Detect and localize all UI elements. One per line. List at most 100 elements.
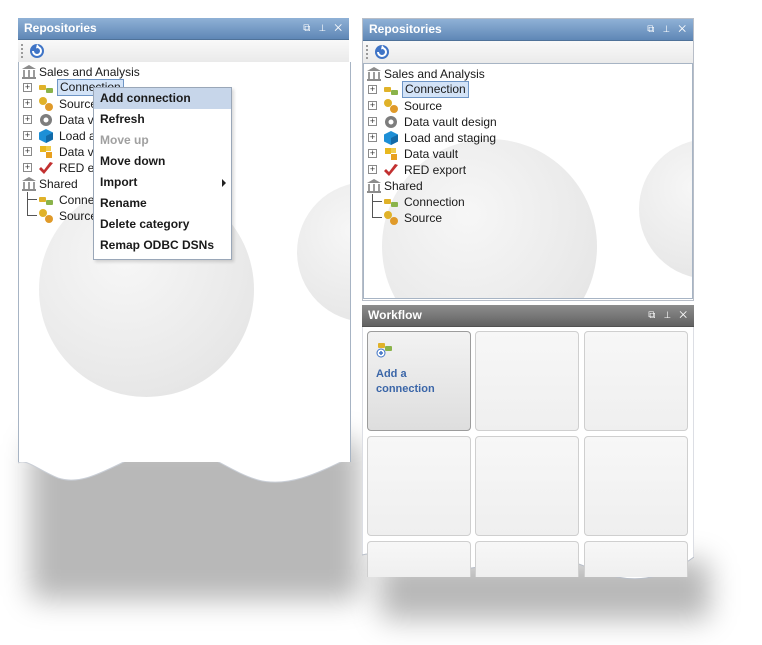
source-icon <box>384 211 398 225</box>
tree-item-shared-source[interactable]: Source <box>21 208 97 224</box>
expand-icon[interactable]: + <box>368 85 377 94</box>
workflow-tile-label: Add a connection <box>376 368 435 395</box>
workflow-tile-empty <box>475 436 579 536</box>
tree-item-shared-source[interactable]: Source <box>366 210 516 226</box>
menu-item-refresh[interactable]: Refresh <box>94 109 231 130</box>
menu-item-add-connection[interactable]: Add connection <box>94 88 231 109</box>
tree-item-data-vault[interactable]: + Data vault <box>366 146 516 162</box>
tree-item-label: Data vault design <box>404 115 497 129</box>
tree-item-red-export[interactable]: + RED export <box>366 162 516 178</box>
pin-icon[interactable]: ⊥ <box>319 23 328 34</box>
tree-item-shared-connection[interactable]: Connection <box>366 194 516 210</box>
cube-icon <box>39 129 53 143</box>
connection-icon <box>384 87 398 95</box>
tree-item-label: Data vault <box>404 147 459 161</box>
expand-icon[interactable]: + <box>368 117 377 126</box>
background-globe-image <box>639 139 692 279</box>
tree-item-data-vault-design[interactable]: + Data v <box>21 112 94 128</box>
panel-toolbar <box>363 41 693 64</box>
expand-icon[interactable]: + <box>23 83 32 92</box>
workflow-tile-add-connection[interactable]: Add a connection <box>367 331 471 431</box>
expand-icon[interactable]: + <box>23 99 32 108</box>
tree-item-source[interactable]: + Source <box>366 98 516 114</box>
repository-icon <box>367 179 381 193</box>
repository-icon <box>22 177 36 191</box>
pin-icon[interactable]: ⊥ <box>663 24 672 35</box>
panel-titlebar: Repositories ⧉ ⊥ ✕ <box>363 19 693 41</box>
tree-group-label: Sales and Analysis <box>39 65 140 79</box>
tree-item-label: Connection <box>404 195 465 209</box>
tree-item-connection[interactable]: + Connection <box>366 81 516 98</box>
gear-icon <box>40 114 52 126</box>
tree-item-label: Source <box>404 211 443 225</box>
close-icon[interactable]: ✕ <box>679 310 690 321</box>
menu-item-move-down[interactable]: Move down <box>94 151 231 172</box>
tree-item-red-export[interactable]: + RED e <box>21 160 94 176</box>
tree-item-shared-connection[interactable]: Conne <box>21 192 95 208</box>
tree-group-label: Sales and Analysis <box>384 67 485 81</box>
expand-icon[interactable]: + <box>23 115 32 124</box>
tree-group-sales-and-analysis[interactable]: Sales and Analysis <box>366 66 526 82</box>
restore-icon[interactable]: ⧉ <box>648 310 658 321</box>
submenu-arrow-icon <box>222 179 226 187</box>
menu-item-delete-category[interactable]: Delete category <box>94 214 231 235</box>
menu-item-remap-odbc-dsns[interactable]: Remap ODBC DSNs <box>94 235 231 256</box>
workflow-tile-empty <box>367 541 471 577</box>
export-icon <box>384 164 398 176</box>
expand-icon[interactable]: + <box>23 147 32 156</box>
tree-item-label: Source <box>59 97 98 111</box>
repository-icon <box>22 65 36 79</box>
panel-titlebar: Workflow ⧉ ⊥ ✕ <box>362 305 694 327</box>
add-connection-icon <box>376 343 392 358</box>
tree-item-label: Conne <box>59 193 95 207</box>
toolbar-grip-icon[interactable] <box>21 44 23 58</box>
tree-item-label: Data v <box>59 113 94 127</box>
connection-icon <box>39 197 53 205</box>
tree-item-label: Load a <box>59 129 96 143</box>
panel-title: Repositories <box>24 21 97 35</box>
cube-icon <box>384 131 398 145</box>
source-icon <box>39 209 53 223</box>
panel-title: Workflow <box>368 308 422 322</box>
menu-item-rename[interactable]: Rename <box>94 193 231 214</box>
close-icon[interactable]: ✕ <box>678 24 689 35</box>
workflow-panel: Workflow ⧉ ⊥ ✕ Add a connection <box>362 305 694 585</box>
expand-icon[interactable]: + <box>368 133 377 142</box>
panel-titlebar: Repositories ⧉ ⊥ ✕ <box>18 18 349 40</box>
refresh-icon[interactable] <box>28 42 46 60</box>
tree-group-label: Shared <box>39 177 78 191</box>
refresh-icon[interactable] <box>373 43 391 61</box>
workflow-tile-empty <box>584 331 688 431</box>
connection-icon <box>39 85 53 93</box>
expand-icon[interactable]: + <box>368 165 377 174</box>
tree-group-shared[interactable]: Shared <box>21 176 93 192</box>
menu-item-label: Import <box>100 175 138 189</box>
expand-icon[interactable]: + <box>368 149 377 158</box>
tree-group-label: Shared <box>384 179 423 193</box>
close-icon[interactable]: ✕ <box>334 23 345 34</box>
panel-toolbar <box>18 40 349 63</box>
tree-item-label: Load and staging <box>404 131 497 145</box>
expand-icon[interactable]: + <box>368 101 377 110</box>
toolbar-grip-icon[interactable] <box>366 45 368 59</box>
tree-item-label: Source <box>59 209 98 223</box>
tree-item-data-vault-design[interactable]: + Data vault design <box>366 114 516 130</box>
workflow-tile-empty <box>367 436 471 536</box>
tree-item-data-vault[interactable]: + Data v <box>21 144 94 160</box>
source-icon <box>39 97 53 111</box>
tree-item-label: Data v <box>59 145 94 159</box>
tree-item-load-and-staging[interactable]: + Load and staging <box>366 130 516 146</box>
pin-icon[interactable]: ⊥ <box>664 310 673 321</box>
expand-icon[interactable]: + <box>23 131 32 140</box>
tree-group-shared[interactable]: Shared <box>366 178 516 194</box>
restore-icon[interactable]: ⧉ <box>647 24 657 35</box>
tree-item-load-and-staging[interactable]: + Load a <box>21 128 96 144</box>
repository-icon <box>367 67 381 81</box>
background-globe-image <box>297 182 350 322</box>
restore-icon[interactable]: ⧉ <box>303 23 313 34</box>
menu-item-import[interactable]: Import <box>94 172 231 193</box>
tree-group-sales-and-analysis[interactable]: Sales and Analysis <box>21 64 181 80</box>
expand-icon[interactable]: + <box>23 163 32 172</box>
tree-item-source[interactable]: + Source <box>21 96 97 112</box>
connection-icon <box>384 199 398 207</box>
